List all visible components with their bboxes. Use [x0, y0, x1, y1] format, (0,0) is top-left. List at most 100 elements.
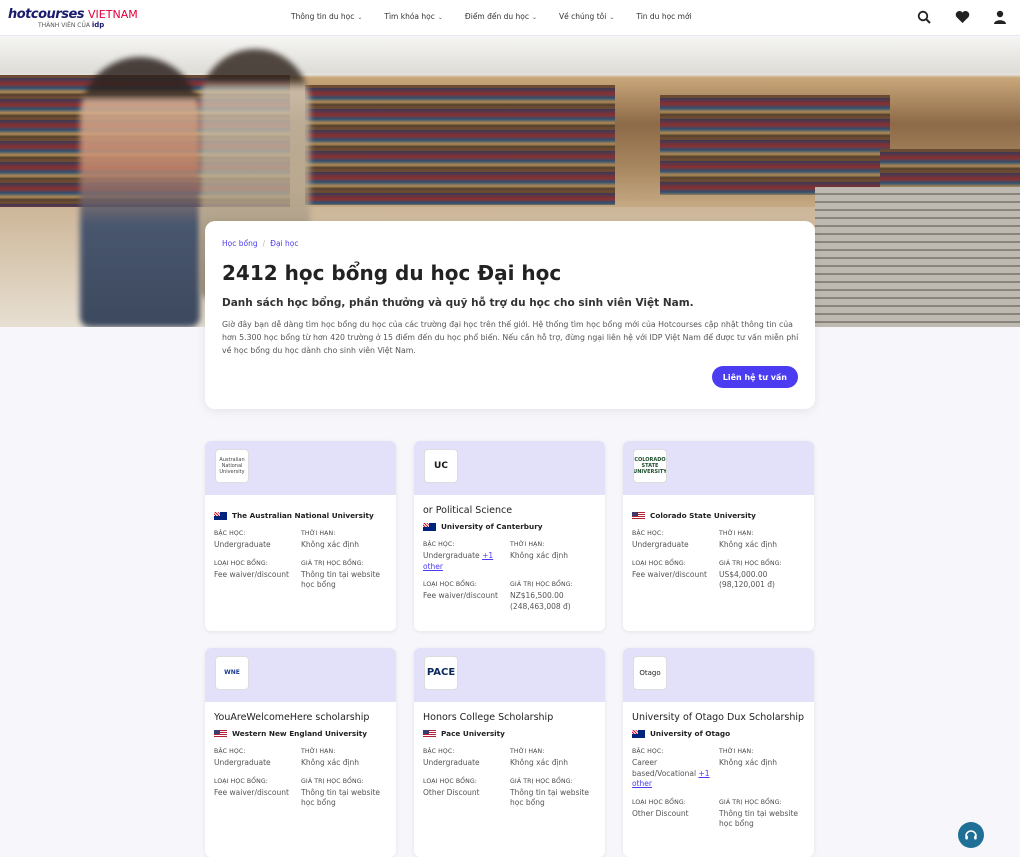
chevron-down-icon: ⌄	[357, 14, 363, 21]
type-label: LOẠI HỌC BỔNG:	[423, 777, 477, 785]
level-value: Undergraduate	[423, 758, 480, 767]
scholarship-title[interactable]: or Political Science	[423, 505, 596, 516]
value-label: GIÁ TRỊ HỌC BỔNG:	[719, 798, 782, 806]
deadline-value: Không xác định	[510, 551, 569, 560]
value-value: Thông tin tại website học bổng	[719, 808, 799, 829]
university-name[interactable]: University of Canterbury	[441, 522, 543, 531]
nav-destinations[interactable]: Điểm đến du học ⌄	[465, 12, 537, 21]
chevron-down-icon: ⌄	[437, 14, 443, 21]
level-label: BẬC HỌC:	[423, 748, 455, 755]
deadline-value: Không xác định	[301, 540, 360, 549]
scholarship-title[interactable]: YouAreWelcomeHere scholarship	[214, 712, 387, 723]
hotcourses-logo[interactable]: hotcourses VIETNAM THÀNH VIÊN CỦA idp	[8, 7, 138, 29]
level-value: Undergraduate	[632, 540, 689, 549]
university-logo: Otago	[633, 656, 667, 690]
value-label: GIÁ TRỊ HỌC BỔNG:	[301, 777, 364, 785]
nav-news[interactable]: Tin du học mới	[636, 12, 691, 21]
new-zealand-flag-icon	[632, 729, 645, 738]
site-header: hotcourses VIETNAM THÀNH VIÊN CỦA idp Th…	[0, 0, 1020, 36]
type-value: Other Discount	[632, 808, 689, 818]
page-subtitle: Danh sách học bổng, phần thưởng và quỹ h…	[222, 297, 694, 309]
value-value: NZ$16,500.00 (248,463,008 đ)	[510, 591, 571, 611]
intro-card: Học bổng / Đại học 2412 học bổng du học …	[205, 221, 815, 409]
university-name[interactable]: University of Otago	[650, 729, 730, 738]
page-description: Giờ đây bạn dễ dàng tìm học bổng du học …	[222, 320, 799, 355]
deadline-value: Không xác định	[719, 540, 778, 549]
level-label: BẬC HỌC:	[423, 541, 455, 548]
value-value: Thông tin tại website học bổng	[301, 569, 381, 590]
level-value: Undergraduate	[423, 551, 480, 560]
value-label: GIÁ TRỊ HỌC BỔNG:	[510, 581, 573, 588]
scholarship-card[interactable]: PACE Honors College Scholarship Pace Uni…	[414, 648, 605, 857]
value-value: US$4,000.00 (98,120,001 đ)	[719, 569, 775, 590]
type-value: Other Discount	[423, 787, 480, 797]
australia-flag-icon	[214, 511, 227, 520]
deadline-label: THỜI HẠN:	[510, 748, 545, 755]
new-zealand-flag-icon	[423, 522, 436, 531]
nav-study-info[interactable]: Thông tin du học ⌄	[291, 12, 362, 21]
heart-icon[interactable]	[954, 9, 970, 25]
main-nav: Thông tin du học ⌄ Tìm khóa học ⌄ Điểm đến…	[291, 12, 714, 21]
breadcrumb-scholarships[interactable]: Học bổng	[222, 239, 258, 248]
breadcrumb: Học bổng / Đại học	[222, 239, 299, 248]
value-label: GIÁ TRỊ HỌC BỔNG:	[301, 559, 364, 567]
level-value: Career based/Vocational	[632, 758, 697, 778]
type-label: LOẠI HỌC BỔNG:	[632, 798, 686, 806]
deadline-label: THỜI HẠN:	[719, 748, 754, 755]
value-value: Thông tin tại website học bổng	[510, 787, 590, 808]
value-value: Thông tin tại website học bổng	[301, 787, 381, 808]
university-logo: PACE	[424, 656, 458, 690]
deadline-value: Không xác định	[510, 758, 569, 767]
level-value: Undergraduate	[214, 540, 271, 549]
level-label: BẬC HỌC:	[632, 748, 664, 755]
usa-flag-icon	[632, 511, 645, 520]
type-value: Fee waiver/discount	[214, 569, 289, 579]
usa-flag-icon	[214, 729, 227, 738]
user-icon[interactable]	[992, 9, 1008, 25]
scholarship-card[interactable]: UC or Political Science University of Ca…	[414, 441, 605, 631]
university-logo: UC	[424, 449, 458, 483]
chevron-down-icon: ⌄	[532, 14, 538, 21]
scholarship-card[interactable]: Australian National University The Austr…	[205, 441, 396, 631]
scholarship-card[interactable]: WNE YouAreWelcomeHere scholarship Wester…	[205, 648, 396, 857]
deadline-label: THỜI HẠN:	[510, 541, 545, 548]
level-label: BẬC HỌC:	[214, 530, 246, 537]
deadline-value: Không xác định	[719, 758, 778, 767]
level-label: BẬC HỌC:	[632, 530, 664, 537]
university-name[interactable]: Pace University	[441, 729, 505, 738]
chat-support-button[interactable]	[958, 822, 984, 848]
nav-find-course[interactable]: Tìm khóa học ⌄	[384, 12, 443, 21]
type-value: Fee waiver/discount	[214, 787, 289, 797]
type-label: LOẠI HỌC BỔNG:	[423, 581, 477, 588]
university-name[interactable]: Colorado State University	[650, 511, 756, 520]
search-icon[interactable]	[916, 9, 932, 25]
university-name[interactable]: Western New England University	[232, 729, 367, 738]
deadline-label: THỜI HẠN:	[301, 530, 336, 537]
chevron-down-icon: ⌄	[609, 14, 615, 21]
university-logo: WNE	[215, 656, 249, 690]
value-label: GIÁ TRỊ HỌC BỔNG:	[719, 559, 782, 567]
page-title: 2412 học bổng du học Đại học	[222, 261, 562, 285]
type-value: Fee waiver/discount	[423, 591, 498, 600]
value-label: GIÁ TRỊ HỌC BỔNG:	[510, 777, 573, 785]
scholarship-title[interactable]: University of Otago Dux Scholarship	[632, 712, 805, 723]
university-logo: COLORADO STATE UNIVERSITY	[633, 449, 667, 483]
scholarship-title[interactable]: Honors College Scholarship	[423, 712, 596, 723]
university-logo: Australian National University	[215, 449, 249, 483]
nav-about-us[interactable]: Về chúng tôi ⌄	[559, 12, 614, 21]
deadline-label: THỜI HẠN:	[719, 530, 754, 537]
usa-flag-icon	[423, 729, 436, 738]
level-value: Undergraduate	[214, 758, 271, 767]
breadcrumb-university[interactable]: Đại học	[270, 239, 298, 248]
level-label: BẬC HỌC:	[214, 748, 246, 755]
scholarship-card[interactable]: Otago University of Otago Dux Scholarshi…	[623, 648, 814, 857]
type-label: LOẠI HỌC BỔNG:	[214, 559, 268, 567]
university-name[interactable]: The Australian National University	[232, 511, 374, 520]
deadline-value: Không xác định	[301, 758, 360, 767]
scholarship-card[interactable]: COLORADO STATE UNIVERSITY Colorado State…	[623, 441, 814, 631]
contact-consult-button[interactable]: Liên hệ tư vấn	[711, 366, 798, 388]
type-value: Fee waiver/discount	[632, 569, 707, 579]
type-label: LOẠI HỌC BỔNG:	[632, 559, 686, 567]
headset-icon	[965, 830, 977, 840]
deadline-label: THỜI HẠN:	[301, 748, 336, 755]
